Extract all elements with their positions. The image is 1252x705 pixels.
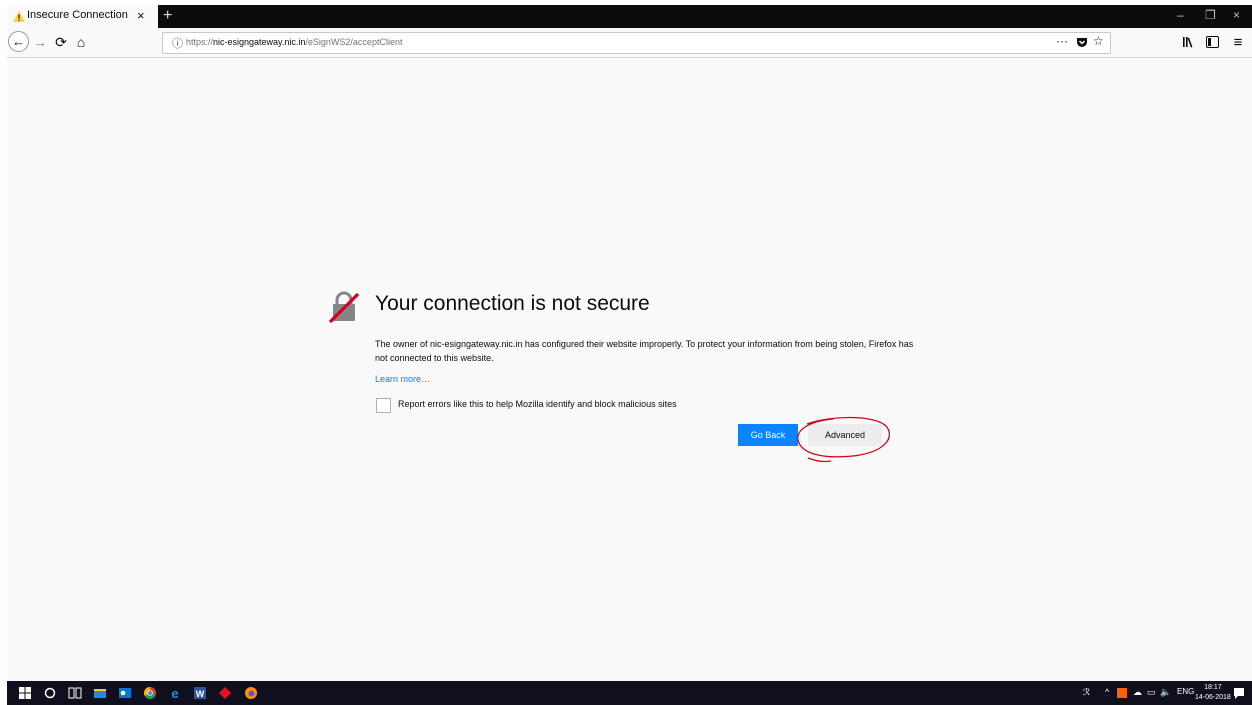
outlook-icon[interactable] — [118, 686, 132, 700]
chrome-icon[interactable] — [143, 686, 157, 700]
app-icon[interactable] — [218, 686, 232, 700]
learn-more-link[interactable]: Learn more… — [375, 374, 430, 384]
go-back-button[interactable]: Go Back — [738, 424, 798, 446]
page-content: Your connection is not secure The owner … — [7, 58, 1252, 681]
windows-start-icon[interactable] — [18, 686, 32, 700]
tab-bar: Insecure Connection × + – ❐ × — [7, 5, 1252, 28]
report-errors-checkbox[interactable] — [376, 398, 391, 413]
report-errors-label: Report errors like this to help Mozilla … — [398, 399, 677, 409]
taskbar: e W ℛ ^ ☁ ▭ 🔈 ENG 18:17 14-06-2018 — [7, 681, 1252, 705]
new-tab-button[interactable]: + — [163, 5, 172, 27]
edge-icon[interactable]: e — [168, 686, 182, 700]
bookmark-star-icon[interactable]: ☆ — [1093, 34, 1104, 48]
word-icon[interactable]: W — [193, 686, 207, 700]
restore-button[interactable]: ❐ — [1205, 8, 1216, 22]
clock[interactable]: 18:17 14-06-2018 — [1195, 683, 1231, 703]
notifications-icon[interactable] — [1232, 686, 1246, 700]
volume-icon[interactable]: 🔈 — [1160, 687, 1171, 698]
clock-time: 18:17 — [1204, 684, 1222, 691]
url-text[interactable]: https://nic-esigngateway.nic.in/eSignWS2… — [186, 37, 402, 47]
reload-button[interactable]: ⟳ — [53, 28, 69, 57]
warning-icon — [13, 11, 25, 22]
home-button[interactable]: ⌂ — [73, 28, 89, 57]
firefox-icon[interactable] — [244, 686, 258, 700]
tab-close-button[interactable]: × — [137, 8, 145, 23]
onedrive-icon[interactable]: ☁ — [1133, 687, 1142, 698]
library-icon[interactable] — [1182, 36, 1196, 48]
show-hidden-icons-button[interactable]: ^ — [1105, 687, 1109, 697]
svg-text:e: e — [171, 686, 178, 700]
info-icon[interactable]: ⓘ — [172, 35, 183, 51]
language-indicator[interactable]: ENG — [1177, 687, 1194, 696]
page-actions-button[interactable]: ··· — [1056, 34, 1068, 48]
forward-button[interactable]: → — [32, 28, 48, 57]
network-icon[interactable]: ▭ — [1147, 687, 1156, 698]
clock-date: 14-06-2018 — [1195, 694, 1231, 701]
pocket-icon[interactable] — [1076, 37, 1088, 48]
people-icon[interactable]: ℛ — [1083, 687, 1090, 698]
annotation-circle — [797, 416, 891, 463]
minimize-button[interactable]: – — [1177, 8, 1184, 22]
task-view-icon[interactable] — [68, 686, 82, 700]
close-window-button[interactable]: × — [1233, 8, 1240, 22]
menu-button[interactable]: ≡ — [1231, 28, 1245, 57]
tab-insecure-connection[interactable]: Insecure Connection × — [7, 5, 158, 28]
back-button[interactable]: ← — [8, 31, 29, 52]
page-title: Your connection is not secure — [375, 292, 650, 315]
nav-bar: ← → ⟳ ⌂ ⓘ https://nic-esigngateway.nic.i… — [7, 28, 1252, 58]
screen: Insecure Connection × + – ❐ × ← → ⟳ ⌂ ⓘ … — [7, 5, 1252, 705]
tray-app-icon[interactable] — [1117, 688, 1127, 698]
broken-lock-icon — [328, 291, 360, 324]
sidebar-icon[interactable] — [1206, 36, 1219, 48]
error-description: The owner of nic-esigngateway.nic.in has… — [375, 339, 914, 363]
cortana-icon[interactable] — [43, 686, 57, 700]
file-explorer-icon[interactable] — [93, 686, 107, 700]
svg-text:W: W — [196, 689, 205, 699]
url-bar[interactable]: ⓘ https://nic-esigngateway.nic.in/eSignW… — [162, 32, 1111, 54]
tab-title: Insecure Connection — [27, 9, 128, 21]
